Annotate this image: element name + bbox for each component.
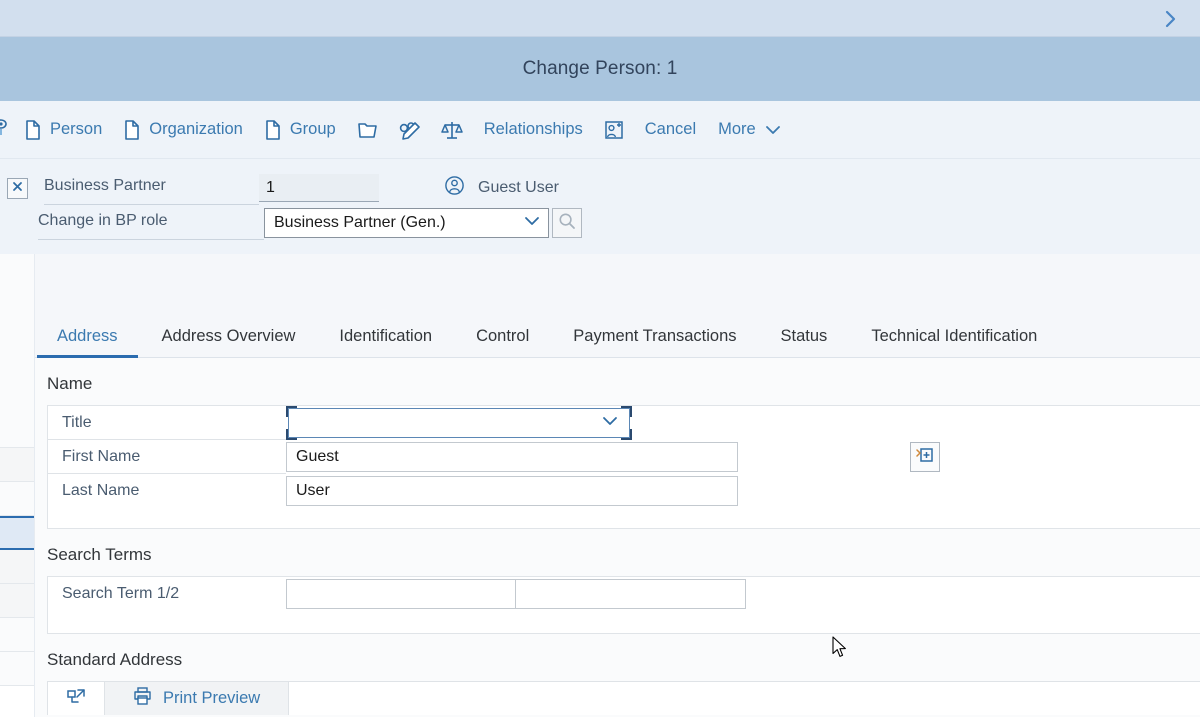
add-address-icon [916,446,934,469]
standard-address-section-title: Standard Address [47,650,183,669]
name-panel-filler [48,508,1200,528]
action-toolbar: Person Organization Group Relationships [0,101,1200,159]
document-icon [124,119,140,140]
bp-role-row: Change in BP role Business Partner (Gen.… [38,206,582,240]
bp-role-select[interactable]: Business Partner (Gen.) [264,208,549,238]
name-section-panel: Title First Name Last Name [47,405,1200,529]
business-partner-label: Business Partner [44,171,259,205]
business-partner-input[interactable] [259,174,379,202]
chevron-down-icon [524,214,540,232]
tab-address-overview[interactable]: Address Overview [140,320,318,357]
printer-icon [133,687,152,710]
toolbar-button-label: Group [289,120,336,138]
business-partner-row: Business Partner Guest User [0,171,559,205]
first-name-label: First Name [48,440,286,474]
tab-status[interactable]: Status [759,320,850,357]
search-term-row: Search Term 1/2 [48,577,1200,611]
scales-icon [440,120,463,140]
expand-icon [66,687,86,710]
title-label: Title [48,406,286,440]
business-partner-header: Business Partner Guest User Change in BP… [0,159,1200,254]
list-item[interactable] [0,584,34,618]
last-name-row: Last Name [48,474,1200,508]
top-strip [0,0,1200,37]
person-card-icon [604,120,624,140]
name-section-title: Name [47,374,93,393]
search-terms-panel: Search Term 1/2 [47,576,1200,634]
print-preview-label: Print Preview [163,689,261,707]
toolbar-button-label: Person [50,120,103,138]
edit-pencil-icon [399,120,421,140]
expand-header-button[interactable] [1156,4,1186,34]
list-item[interactable] [0,516,34,550]
left-panel-spacer [0,254,34,414]
toolbar-button-label: Relationships [483,120,583,138]
chevron-down-icon [602,414,618,432]
list-item[interactable] [0,550,34,584]
first-name-row: First Name [48,440,1200,474]
toolbar-button-label: More [718,120,756,138]
search-panel-filler [48,611,1200,633]
tab-address[interactable]: Address [35,320,140,358]
list-item[interactable] [0,414,34,448]
toolbar-button-scales[interactable] [431,116,473,144]
title-select[interactable] [288,408,630,438]
chevron-down-icon [765,124,781,136]
close-icon [12,179,23,197]
toolbar-button-organization[interactable]: Organization [113,116,254,144]
list-item[interactable] [0,448,34,482]
toolbar-button-label: Cancel [644,120,697,138]
search-terms-section-title: Search Terms [47,545,152,564]
search-term-1-input[interactable] [286,579,516,609]
add-address-button[interactable] [910,442,940,472]
bp-role-label: Change in BP role [38,206,264,240]
tab-strip: Address Address Overview Identification … [35,254,1200,358]
tab-content-address: Name Title First Name Las [35,358,1200,717]
last-name-label: Last Name [62,482,140,499]
list-item[interactable] [0,618,34,652]
toolbar-button-relationships[interactable]: Relationships [473,116,594,143]
chevron-right-icon [1164,10,1178,28]
search-term-2-input[interactable] [516,579,746,609]
folder-icon [357,120,379,140]
list-item[interactable] [0,652,34,686]
toolbar-button-person[interactable]: Person [14,116,113,144]
search-term-label: Search Term 1/2 [62,585,180,602]
first-name-input[interactable] [286,442,738,472]
tab-list: Address Address Overview Identification … [35,320,1200,358]
print-preview-button[interactable]: Print Preview [105,682,290,715]
bp-role-value: Business Partner (Gen.) [274,214,446,231]
toolbar-button-folder[interactable] [347,116,389,144]
close-button[interactable] [7,177,28,199]
title-field-focus [286,406,632,440]
tab-control[interactable]: Control [454,320,551,357]
tab-identification[interactable]: Identification [317,320,454,357]
toolbar-button-cancel[interactable]: Cancel [634,116,707,143]
tab-technical-identification[interactable]: Technical Identification [849,320,1059,357]
document-icon [25,119,41,140]
partial-icon [0,117,14,142]
toolbar-button-more[interactable]: More [707,116,792,143]
title-row: Title [48,406,1200,440]
search-icon [558,212,576,235]
expand-address-button[interactable] [48,682,105,715]
toolbar-button-person-card[interactable] [594,116,634,144]
bp-role-value-help-button[interactable] [552,208,582,238]
toolbar-overflow-left[interactable] [0,117,14,142]
document-icon [265,119,281,140]
toolbar-button-edit[interactable] [389,116,431,144]
standard-address-toolbar: Print Preview [47,681,1200,715]
page-title: Change Person: 1 [522,58,678,79]
list-item[interactable] [0,482,34,516]
user-name: Guest User [478,179,559,196]
left-result-list-panel[interactable] [0,254,35,717]
toolbar-button-label: Organization [149,120,243,138]
last-name-input[interactable] [286,476,738,506]
business-partner-user: Guest User [444,175,559,201]
page-title-bar: Change Person: 1 [0,37,1200,101]
tab-payment-transactions[interactable]: Payment Transactions [551,320,758,357]
toolbar-button-group[interactable]: Group [254,116,347,144]
person-circle-icon [444,175,465,201]
